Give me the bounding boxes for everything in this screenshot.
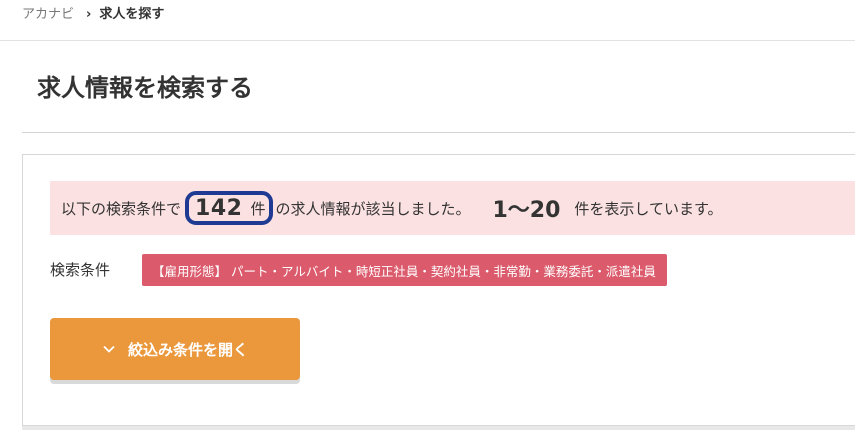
- summary-suffix: 件を表示しています。: [574, 199, 723, 218]
- breadcrumb-home-link[interactable]: アカナビ: [22, 6, 74, 24]
- summary-prefix: 以下の検索条件で: [61, 199, 182, 218]
- breadcrumb-separator-icon: ›: [86, 7, 92, 22]
- chevron-down-icon: [103, 345, 115, 353]
- page-title: 求人情報を検索する: [37, 74, 253, 102]
- open-filter-label: 絞込み条件を開く: [127, 340, 248, 359]
- header-divider: [0, 40, 855, 41]
- search-conditions-label: 検索条件: [50, 261, 111, 279]
- open-filter-button[interactable]: 絞込み条件を開く: [50, 318, 300, 380]
- panel-shadow: [22, 426, 855, 430]
- breadcrumb-current: 求人を探す: [99, 7, 165, 22]
- summary-middle: の求人情報が該当しました。: [275, 199, 471, 218]
- result-count: 142: [195, 195, 243, 221]
- result-count-unit: 件: [250, 199, 266, 218]
- breadcrumb: アカナビ › 求人を探す: [22, 6, 164, 24]
- result-summary: 以下の検索条件で 142 件 の求人情報が該当しました。 1〜20 件を表示して…: [50, 181, 855, 235]
- result-count-highlight: 142 件: [185, 191, 274, 225]
- title-divider: [22, 132, 855, 133]
- display-range: 1〜20: [492, 198, 561, 223]
- employment-type-badge: 【雇用形態】 パート・アルバイト・時短正社員・契約社員・非常勤・業務委託・派遣社…: [142, 254, 667, 286]
